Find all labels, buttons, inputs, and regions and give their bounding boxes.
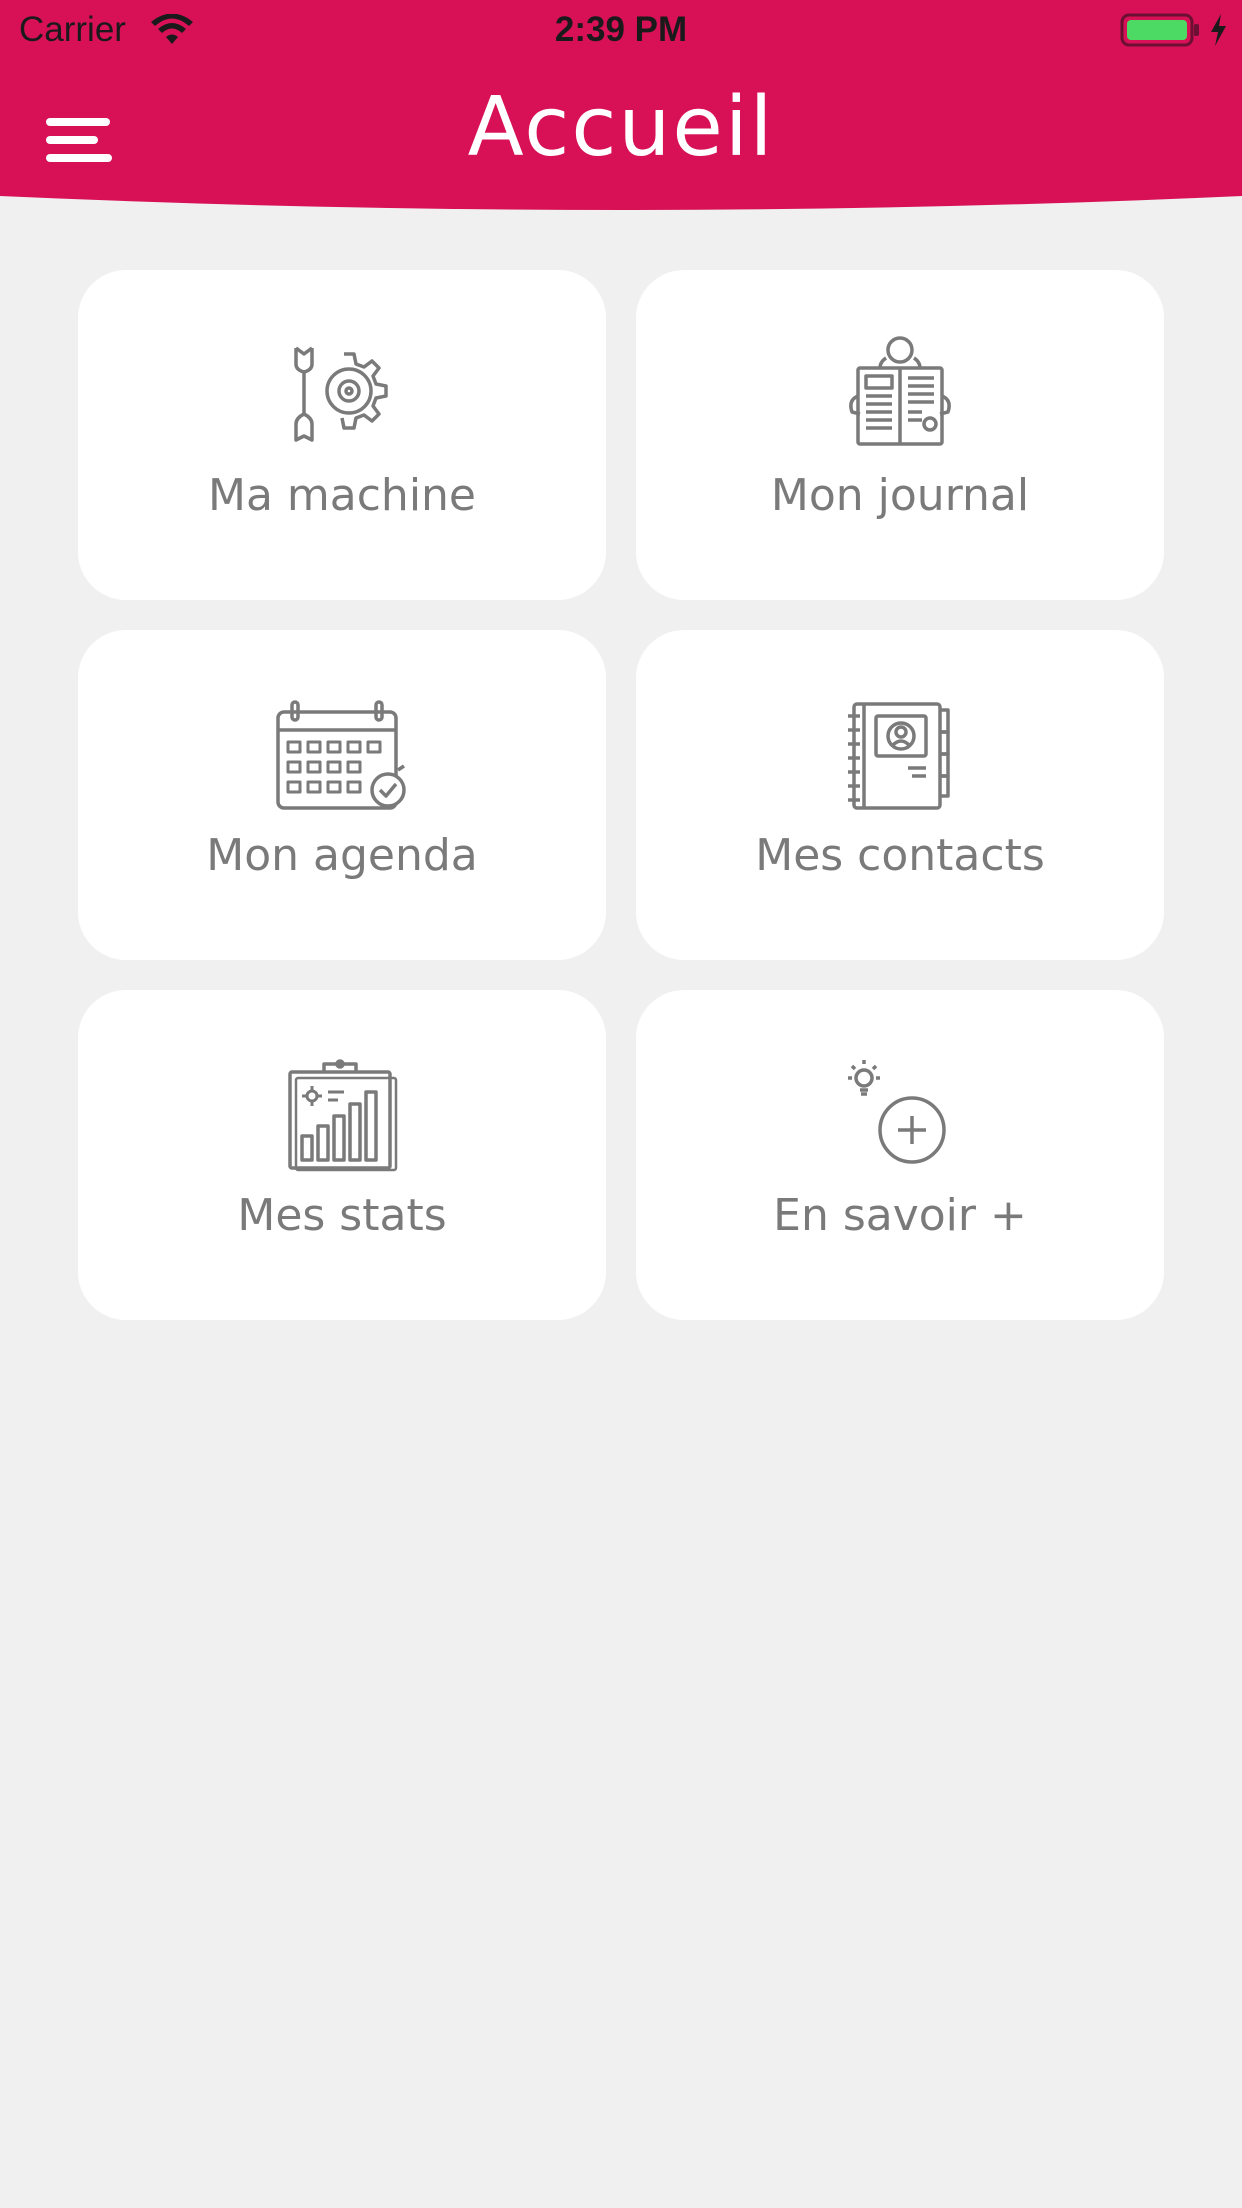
- tile-mes-stats[interactable]: Mes stats: [78, 990, 606, 1320]
- status-bar: Carrier 2:39 PM: [0, 0, 1242, 60]
- address-book-icon: [848, 702, 950, 810]
- tile-label: En savoir +: [773, 1190, 1027, 1241]
- tile-mes-contacts[interactable]: Mes contacts: [636, 630, 1164, 960]
- battery-icon: [1120, 13, 1199, 47]
- tile-label: Mon journal: [770, 470, 1030, 521]
- tile-mon-agenda[interactable]: Mon agenda: [78, 630, 606, 960]
- status-time: 2:39 PM: [554, 10, 688, 49]
- gear-wrench-icon: [294, 346, 388, 442]
- charging-bolt-icon: [1211, 14, 1226, 46]
- tile-label: Mes contacts: [755, 830, 1045, 881]
- tile-label: Mon agenda: [206, 830, 478, 881]
- newspaper-icon: [849, 336, 951, 446]
- app-header: Carrier 2:39 PM Accueil: [0, 0, 1242, 212]
- bar-chart-clipboard-icon: [288, 1059, 398, 1172]
- tile-label: Mes stats: [237, 1190, 447, 1241]
- tile-en-savoir-plus[interactable]: En savoir +: [636, 990, 1164, 1320]
- tile-label: Ma machine: [208, 470, 476, 521]
- tile-ma-machine[interactable]: Ma machine: [78, 270, 606, 600]
- calendar-check-icon: [276, 700, 406, 810]
- tile-mon-journal[interactable]: Mon journal: [636, 270, 1164, 600]
- page-title: Accueil: [467, 80, 775, 175]
- lightbulb-plus-icon: [848, 1060, 946, 1164]
